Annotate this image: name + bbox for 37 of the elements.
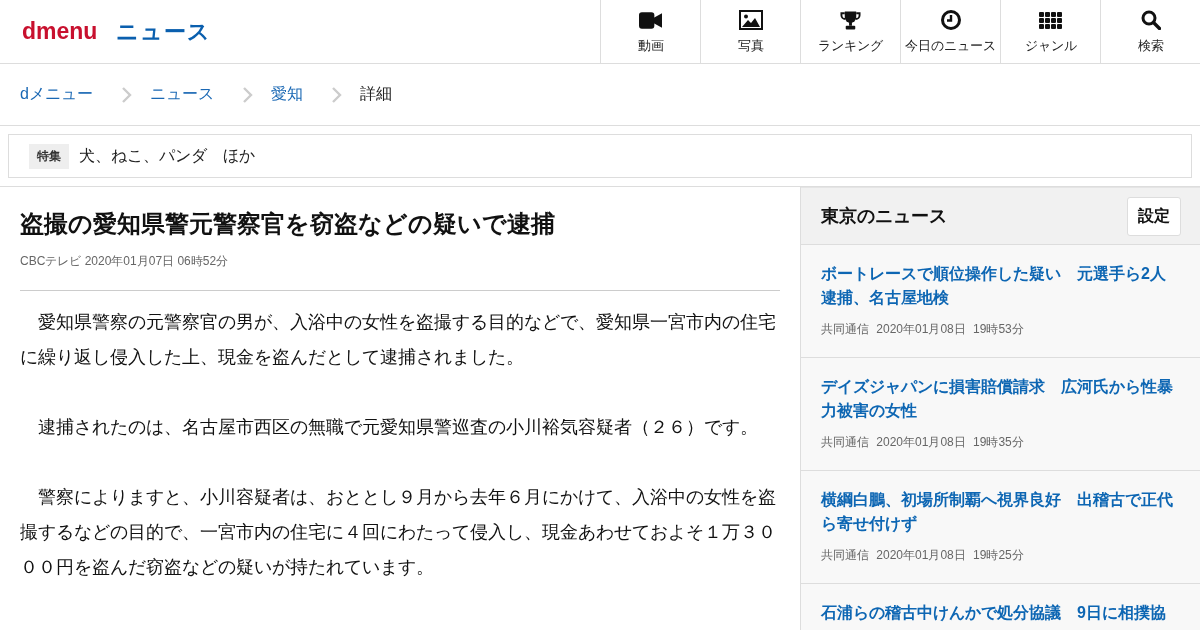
video-camera-icon [639, 11, 662, 29]
breadcrumb-link[interactable]: ニュース [149, 84, 214, 105]
breadcrumb-link[interactable]: dメニュー [20, 84, 93, 105]
article-title: 盗撮の愛知県警元警察官を窃盗などの疑いで逮捕 [20, 209, 556, 239]
chevron-icon [120, 86, 132, 103]
nav-item[interactable]: 検索 [1100, 0, 1200, 63]
news-link[interactable]: デイズジャパンに損害賠償請求 広河氏から性暴力被害の女性 [821, 375, 1180, 423]
image-icon [738, 10, 763, 30]
feature-badge: 特集 [29, 143, 69, 169]
nav-item[interactable]: 今日のニュース [900, 0, 1000, 63]
trophy-icon [840, 10, 861, 30]
nav-item[interactable]: ランキング [800, 0, 900, 63]
news-meta: 共同通信 2020年01月08日 19時53分 [821, 321, 1025, 337]
article-paragraph: 警察によりますと、小川容疑者は、おととし９月から去年６月にかけて、入浴中の女性を盗撮するなどの目的で、一宮市内の住宅に４回にわたって侵入し、現金あわせておよそ１万３０００円を盗んだ窃盗などの疑いが持たれています。 [20, 486, 777, 579]
sidebar-title: 東京のニュース [821, 205, 947, 228]
settings-button[interactable]: 設定 [1127, 196, 1181, 236]
article-paragraph: 愛知県警察の元警察官の男が、入浴中の女性を盗撮する目的などで、愛知県一宮市内の住宅に繰り返し侵入した上、現金を盗んだとして逮捕されました。 [20, 311, 777, 369]
article-meta: CBCテレビ 2020年01月07日 06時52分 [20, 253, 230, 269]
nav-item[interactable]: 写真 [700, 0, 800, 63]
nav-item[interactable]: 動画 [600, 0, 700, 63]
search-icon [1140, 10, 1161, 30]
section-title[interactable]: ニュース [116, 16, 212, 47]
news-link[interactable]: ボートレースで順位操作した疑い 元選手ら2人逮捕、名古屋地検 [821, 262, 1180, 310]
news-meta: 共同通信 2020年01月08日 19時25分 [821, 547, 1025, 563]
current-page-label: 詳細 [359, 84, 392, 104]
news-link[interactable]: 石浦らの稽古中けんかで処分協議 9日に相撲協 [821, 601, 1180, 625]
grid-icon [1039, 11, 1062, 29]
news-meta: 共同通信 2020年01月08日 19時35分 [821, 434, 1025, 450]
chevron-icon [330, 86, 342, 103]
nav-item[interactable]: ジャンル [1000, 0, 1100, 63]
feature-link[interactable]: 犬、ねこ、パンダ ほか [79, 145, 255, 167]
news-link[interactable]: 横綱白鵬、初場所制覇へ視界良好 出稽古で正代ら寄せ付けず [821, 488, 1180, 536]
chevron-icon [241, 86, 253, 103]
clock-icon [940, 10, 961, 30]
article-paragraph: 逮捕されたのは、名古屋市西区の無職で元愛知県警巡査の小川裕気容疑者（２６）です。 [37, 416, 759, 439]
dmenu-logo[interactable]: dmenu [22, 18, 98, 45]
breadcrumb-link[interactable]: 愛知 [270, 84, 303, 105]
